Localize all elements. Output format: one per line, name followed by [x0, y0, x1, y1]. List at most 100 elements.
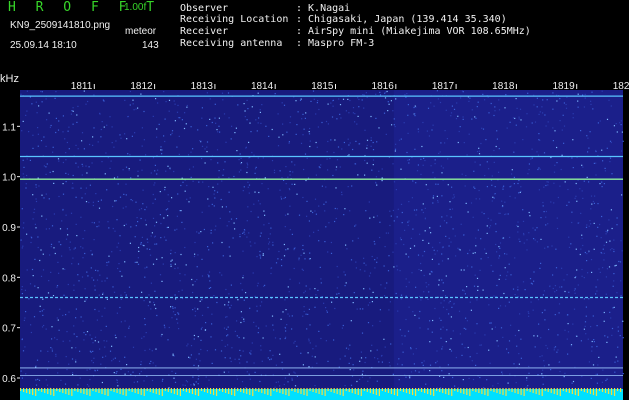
noise-dot [201, 258, 203, 260]
noise-dot [565, 107, 568, 109]
noise-dot [601, 215, 603, 218]
noise-dot [545, 184, 547, 187]
noise-dot [103, 126, 105, 128]
noise-dot [591, 346, 593, 348]
noise-dot [259, 111, 261, 113]
noise-dot [288, 188, 290, 190]
noise-dot [441, 346, 444, 348]
noise-dot [615, 264, 617, 266]
noise-dot [441, 247, 444, 249]
noise-dot [244, 110, 246, 112]
noise-dot [617, 360, 619, 362]
noise-dot [417, 128, 419, 130]
noise-dot [520, 338, 522, 340]
spectrogram-chart: 0.60.70.80.91.01.11811 1812 1813 1814 1815 18… [2, 81, 629, 400]
noise-dot [232, 237, 234, 239]
noise-dot [97, 200, 99, 202]
noise-dot [45, 379, 47, 381]
noise-dot [29, 283, 32, 285]
noise-dot [491, 175, 493, 177]
noise-dot [352, 240, 354, 242]
noise-dot [196, 266, 198, 268]
noise-dot [530, 158, 532, 160]
noise-dot [268, 248, 270, 250]
band-spike [47, 388, 49, 394]
band-spike [167, 388, 169, 392]
noise-dot [446, 138, 448, 140]
noise-dot [597, 364, 599, 366]
noise-dot [212, 242, 214, 244]
noise-dot [349, 142, 351, 144]
noise-dot [70, 212, 73, 214]
band-spike [86, 388, 88, 395]
noise-dot [378, 170, 380, 172]
noise-dot [305, 313, 307, 315]
noise-dot [424, 218, 426, 220]
noise-dot [146, 238, 148, 240]
noise-dot [37, 287, 39, 289]
band-spike [568, 388, 570, 393]
noise-dot [542, 112, 544, 114]
noise-dot [193, 255, 196, 258]
noise-dot [68, 247, 70, 249]
noise-dot [45, 173, 47, 175]
noise-dot [239, 349, 241, 351]
noise-dot [539, 139, 541, 141]
noise-dot [367, 304, 369, 306]
noise-dot [228, 371, 230, 373]
noise-dot [251, 106, 253, 108]
noise-dot [585, 315, 587, 317]
noise-dot [480, 344, 482, 346]
noise-dot [527, 385, 529, 387]
noise-dot [261, 104, 263, 106]
noise-dot [424, 207, 426, 209]
noise-dot [522, 220, 525, 222]
noise-dot [110, 160, 112, 162]
noise-dot [46, 163, 48, 165]
noise-dot [181, 289, 183, 291]
noise-dot [501, 371, 503, 373]
noise-dot [178, 135, 180, 137]
noise-dot [226, 335, 228, 337]
noise-dot [566, 274, 568, 276]
noise-dot [205, 322, 207, 324]
noise-dot [458, 310, 461, 312]
noise-dot [221, 241, 223, 244]
noise-dot [257, 216, 259, 218]
noise-dot [195, 358, 197, 360]
noise-dot [249, 122, 251, 124]
noise-dot [255, 166, 257, 168]
noise-dot [58, 160, 60, 162]
band-spike [553, 388, 555, 394]
noise-dot [392, 110, 394, 112]
noise-dot [426, 286, 428, 288]
noise-dot [373, 240, 375, 243]
noise-dot [501, 205, 504, 208]
noise-dot [574, 197, 576, 199]
noise-dot [150, 308, 152, 310]
noise-dot [315, 141, 317, 144]
band-spike [420, 388, 423, 392]
noise-dot [439, 151, 441, 153]
noise-dot [543, 186, 545, 188]
noise-dot [445, 235, 447, 237]
band-spike [544, 388, 546, 391]
band-spike [68, 388, 70, 395]
noise-dot [304, 153, 307, 155]
noise-dot [504, 305, 507, 307]
noise-dot [92, 136, 94, 138]
noise-dot [140, 242, 142, 244]
band-spike [378, 388, 380, 396]
noise-dot [504, 213, 506, 216]
noise-dot [240, 282, 242, 285]
noise-dot [227, 304, 229, 306]
band-spike [514, 388, 516, 393]
noise-dot [216, 129, 218, 131]
noise-dot [606, 268, 608, 270]
noise-dot [498, 257, 500, 259]
noise-dot [372, 141, 374, 144]
noise-dot [596, 373, 598, 375]
noise-dot [317, 229, 319, 231]
noise-dot [517, 221, 519, 223]
noise-dot [62, 209, 64, 211]
